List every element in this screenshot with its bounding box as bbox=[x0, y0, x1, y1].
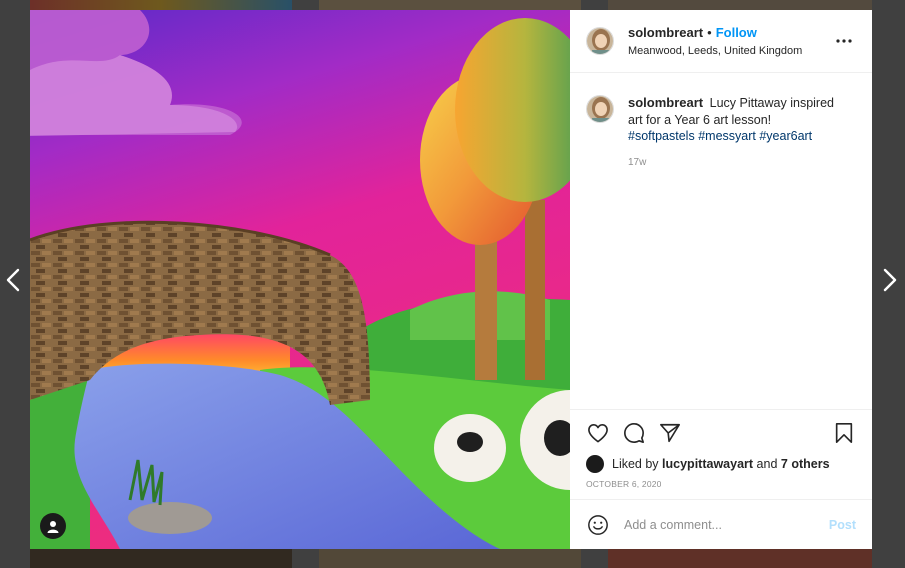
comment-input[interactable] bbox=[622, 516, 829, 533]
author-username-link[interactable]: solombreart bbox=[628, 25, 703, 40]
like-button[interactable] bbox=[586, 421, 610, 445]
post-date[interactable]: OCTOBER 6, 2020 bbox=[586, 479, 856, 489]
post-comment-button[interactable]: Post bbox=[829, 518, 856, 532]
caption-body: solombreart Lucy Pittaway inspired art f… bbox=[628, 95, 838, 169]
profile-photo bbox=[587, 96, 613, 122]
post-author: solombreart • Follow Meanwood, Leeds, Unit… bbox=[628, 23, 832, 58]
profile-photo bbox=[587, 28, 613, 54]
hashtag-link[interactable]: #softpastels bbox=[628, 129, 695, 143]
liker-avatar[interactable] bbox=[586, 455, 604, 473]
liked-by-prefix: Liked by bbox=[612, 457, 659, 471]
smiley-icon bbox=[588, 514, 608, 535]
caption-timestamp[interactable]: 17w bbox=[628, 156, 838, 169]
liked-by-others-link[interactable]: 7 others bbox=[781, 457, 830, 471]
post-header: solombreart • Follow Meanwood, Leeds, Unit… bbox=[570, 10, 872, 73]
add-comment-bar: Post bbox=[570, 499, 872, 549]
next-post-button[interactable] bbox=[877, 263, 903, 297]
chevron-left-icon bbox=[6, 268, 20, 292]
caption-username-link[interactable]: solombreart bbox=[628, 95, 703, 110]
action-icons bbox=[586, 410, 856, 454]
chevron-right-icon bbox=[883, 268, 897, 292]
tagged-users-button[interactable] bbox=[40, 513, 66, 539]
comment-bubble-icon bbox=[624, 423, 644, 443]
post-modal: solombreart • Follow Meanwood, Leeds, Unit… bbox=[30, 10, 872, 549]
save-button[interactable] bbox=[832, 421, 856, 445]
hashtag-link[interactable]: #year6art bbox=[759, 129, 812, 143]
previous-post-button[interactable] bbox=[0, 263, 26, 297]
avatar[interactable] bbox=[586, 27, 614, 55]
bookmark-icon bbox=[835, 423, 853, 443]
caption: solombreart Lucy Pittaway inspired art f… bbox=[586, 95, 856, 169]
more-options-icon bbox=[836, 39, 852, 43]
likes-summary: Liked by lucypittawayart and 7 others bbox=[586, 454, 856, 474]
paper-plane-icon bbox=[660, 423, 680, 443]
heart-icon bbox=[588, 424, 608, 443]
pastel-artwork bbox=[30, 10, 570, 549]
comments-section: solombreart Lucy Pittaway inspired art f… bbox=[570, 73, 872, 409]
emoji-button[interactable] bbox=[586, 513, 610, 537]
more-options-button[interactable] bbox=[832, 29, 856, 53]
follow-button[interactable]: Follow bbox=[716, 25, 757, 40]
location-link[interactable]: Meanwood, Leeds, United Kingdom bbox=[628, 44, 832, 58]
post-details-panel: solombreart • Follow Meanwood, Leeds, Unit… bbox=[570, 10, 872, 549]
user-tag-icon bbox=[47, 520, 59, 533]
separator-dot: • bbox=[707, 25, 712, 41]
post-actions: Liked by lucypittawayart and 7 others OC… bbox=[570, 409, 872, 499]
liked-by-user-link[interactable]: lucypittawayart bbox=[662, 457, 753, 471]
liked-by-and: and bbox=[756, 457, 778, 471]
avatar[interactable] bbox=[586, 95, 614, 123]
post-image[interactable] bbox=[30, 10, 570, 549]
share-button[interactable] bbox=[658, 421, 682, 445]
hashtag-link[interactable]: #messyart bbox=[698, 129, 756, 143]
comment-button[interactable] bbox=[622, 421, 646, 445]
